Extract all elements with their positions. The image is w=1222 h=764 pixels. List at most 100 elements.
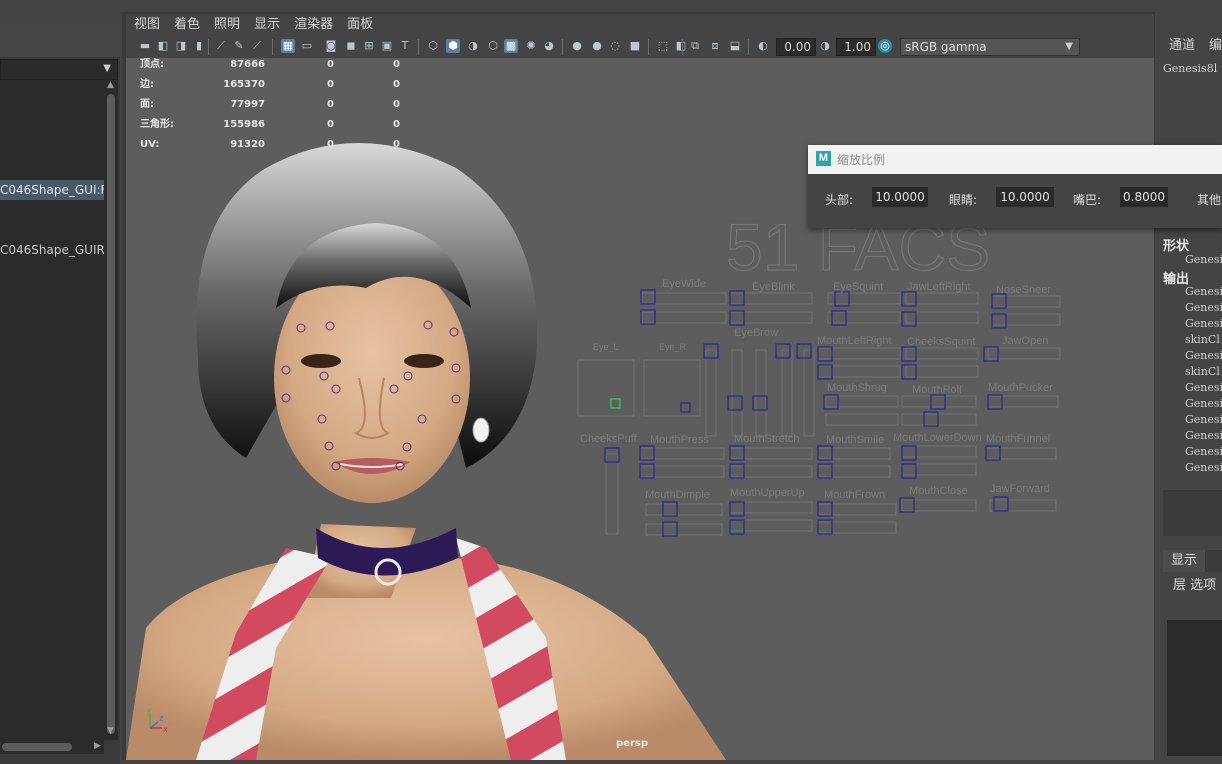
facs-label-cheeks-puff: CheeksPuff — [580, 433, 638, 445]
facs-label-mouth-close: MouthClose — [909, 485, 968, 497]
image-plane-icon[interactable]: ▮ — [192, 39, 206, 53]
motion-blur-icon[interactable]: ● — [590, 39, 604, 53]
outliner-item-label: C046Shape_GUI:FA — [0, 183, 104, 197]
field-chart-icon[interactable]: ⊞ — [362, 39, 376, 53]
tab-channels[interactable]: 通道 — [1169, 34, 1195, 53]
exposure-field[interactable]: 0.00 — [776, 38, 816, 56]
mouth-scale-field[interactable]: 0.8000 — [1120, 187, 1168, 207]
facs-label-mouth-press: MouthPress — [650, 434, 709, 446]
camera-attributes-icon[interactable]: ◧ — [156, 39, 170, 53]
node-name[interactable]: Genesis8l — [1163, 62, 1217, 75]
axis-z-label: z — [159, 714, 163, 723]
hud-label: 顶点: — [140, 59, 164, 70]
output-item[interactable]: skinCl — [1185, 333, 1220, 346]
scroll-thumb[interactable] — [2, 743, 72, 751]
wireframe-icon[interactable]: ⬡ — [426, 39, 440, 53]
output-item[interactable]: Genesis — [1185, 429, 1222, 442]
facs-label-jaw-left-right: JawLeftRight — [907, 281, 971, 293]
anti-aliasing-icon[interactable]: ◌ — [608, 39, 622, 53]
shape-item[interactable]: Genesis — [1185, 253, 1222, 266]
gamma-icon[interactable]: ◑ — [818, 39, 832, 53]
tab-display[interactable]: 显示 — [1163, 550, 1205, 572]
outliner-filter-dropdown[interactable]: ▼ — [0, 59, 118, 80]
textured-icon[interactable]: ▩ — [504, 39, 518, 53]
bookmark-icon[interactable]: ◨ — [174, 39, 188, 53]
grease-pencil-icon[interactable]: ✎ — [232, 39, 246, 53]
menu-show[interactable]: 显示 — [254, 14, 280, 36]
hud-value: 87666 — [230, 59, 265, 70]
output-item[interactable]: Genesis — [1185, 301, 1222, 314]
gamma-field[interactable]: 1.00 — [836, 38, 876, 56]
isolate-select-icon[interactable]: ⬚ — [656, 39, 670, 53]
outliner-item[interactable]: C046Shape_GUI:FA — [0, 180, 104, 200]
camera-film-icon[interactable]: ⟋ — [250, 39, 264, 53]
output-item[interactable]: Genesis — [1185, 285, 1222, 298]
shapes-header[interactable]: 形状 — [1163, 235, 1189, 254]
hud-row: 面: 77997 0 0 — [140, 95, 400, 115]
facs-label-mouth-funnel: MouthFunnel — [986, 433, 1050, 445]
backface-culling-icon[interactable]: ⬓ — [728, 39, 742, 53]
output-item[interactable]: Genesis — [1185, 397, 1222, 410]
camera-label: persp — [616, 738, 648, 749]
output-item[interactable]: Genesis — [1185, 317, 1222, 330]
color-management-icon[interactable]: ◎ — [878, 39, 892, 53]
toolbar-separator — [272, 39, 273, 55]
chevron-down-icon: ▼ — [1065, 41, 1073, 52]
hud-row: UV: 91320 0 0 — [140, 135, 400, 155]
menu-view[interactable]: 视图 — [134, 14, 160, 36]
lights-icon[interactable]: ✺ — [524, 39, 538, 53]
poly-count-hud: 顶点: 87666 0 0 边: 165370 0 0 面: 77997 0 0 三角形: 1559… — [140, 58, 400, 155]
facs-label-eye-blink: EyeBlink — [752, 281, 795, 293]
output-item[interactable]: Genesis — [1185, 349, 1222, 362]
hud-value: 0 — [393, 99, 400, 110]
output-item[interactable]: Genesis — [1185, 461, 1222, 474]
layer-menu[interactable]: 层 选项 — [1173, 574, 1216, 593]
axis-x-label: x — [163, 725, 168, 734]
viewport-toolbar: ▬ ◧ ◨ ▮ ⟋ ✎ ⟋ ▦ ▭ ◙ ◼ ⊞ ▣ T ⬡ ⬢ ◑ ⬡ ▩ ✺ … — [126, 36, 1154, 58]
scroll-thumb[interactable] — [107, 94, 115, 734]
character-model[interactable] — [126, 143, 726, 760]
grid-icon[interactable]: ▦ — [281, 39, 295, 53]
menu-lighting[interactable]: 照明 — [214, 14, 240, 36]
hud-value: 0 — [327, 99, 334, 110]
xray-icon[interactable]: ◧ — [674, 39, 688, 53]
smooth-shade-icon[interactable]: ⬢ — [446, 39, 460, 53]
default-material-icon[interactable]: ◑ — [466, 39, 480, 53]
scroll-up-icon[interactable]: ▲ — [107, 80, 114, 90]
dialog-titlebar[interactable]: M 缩放比例 — [808, 145, 1222, 174]
camera-select-icon[interactable]: ▬ — [138, 39, 152, 53]
head-scale-field[interactable]: 10.0000 — [872, 187, 928, 207]
menu-renderer[interactable]: 渲染器 — [294, 14, 333, 36]
screen-space-ao-icon[interactable]: ● — [570, 39, 584, 53]
eyes-scale-field[interactable]: 10.0000 — [996, 187, 1054, 207]
safe-action-icon[interactable]: ▣ — [380, 39, 394, 53]
output-item[interactable]: Genesis — [1185, 445, 1222, 458]
color-space-select[interactable]: sRGB gamma ▼ — [900, 38, 1080, 56]
output-item[interactable]: Genesis — [1185, 413, 1222, 426]
xray-joints-icon[interactable]: ⧉ — [688, 39, 702, 53]
shadows-icon[interactable]: ◕ — [542, 39, 556, 53]
outliner-vertical-scrollbar[interactable]: ▲ ▼ — [104, 80, 118, 740]
gate-mask-icon[interactable]: ◼ — [344, 39, 358, 53]
maya-logo-icon: M — [816, 151, 831, 166]
xray-components-icon[interactable]: ⧈ — [708, 39, 722, 53]
brush-icon[interactable]: ⟋ — [214, 39, 228, 53]
depth-of-field-icon[interactable]: ■ — [628, 39, 642, 53]
output-item[interactable]: Genesis — [1185, 381, 1222, 394]
menu-shading[interactable]: 着色 — [174, 14, 200, 36]
outliner-horizontal-scrollbar[interactable]: ▶ — [0, 740, 104, 754]
film-gate-icon[interactable]: ▭ — [300, 39, 314, 53]
menu-panels[interactable]: 面板 — [347, 14, 373, 36]
scroll-down-icon[interactable]: ▼ — [107, 726, 114, 736]
resolution-gate-icon[interactable]: ◙ — [324, 39, 338, 53]
wireframe-on-shaded-icon[interactable]: ⬡ — [486, 39, 500, 53]
outliner-item[interactable]: C046Shape_GUIRN — [0, 240, 104, 260]
exposure-icon[interactable]: ◐ — [756, 39, 770, 53]
channel-box-panel: 通道 编 Genesis8l 形状 Genesis 输出 Genesis Gen… — [1157, 12, 1222, 764]
tab-edit[interactable]: 编 — [1209, 34, 1222, 53]
toolbar-separator — [562, 39, 563, 55]
output-item[interactable]: skinCl — [1185, 365, 1220, 378]
safe-title-icon[interactable]: T — [398, 39, 412, 53]
scroll-right-icon[interactable]: ▶ — [94, 741, 101, 751]
toolbar-separator — [208, 39, 209, 55]
